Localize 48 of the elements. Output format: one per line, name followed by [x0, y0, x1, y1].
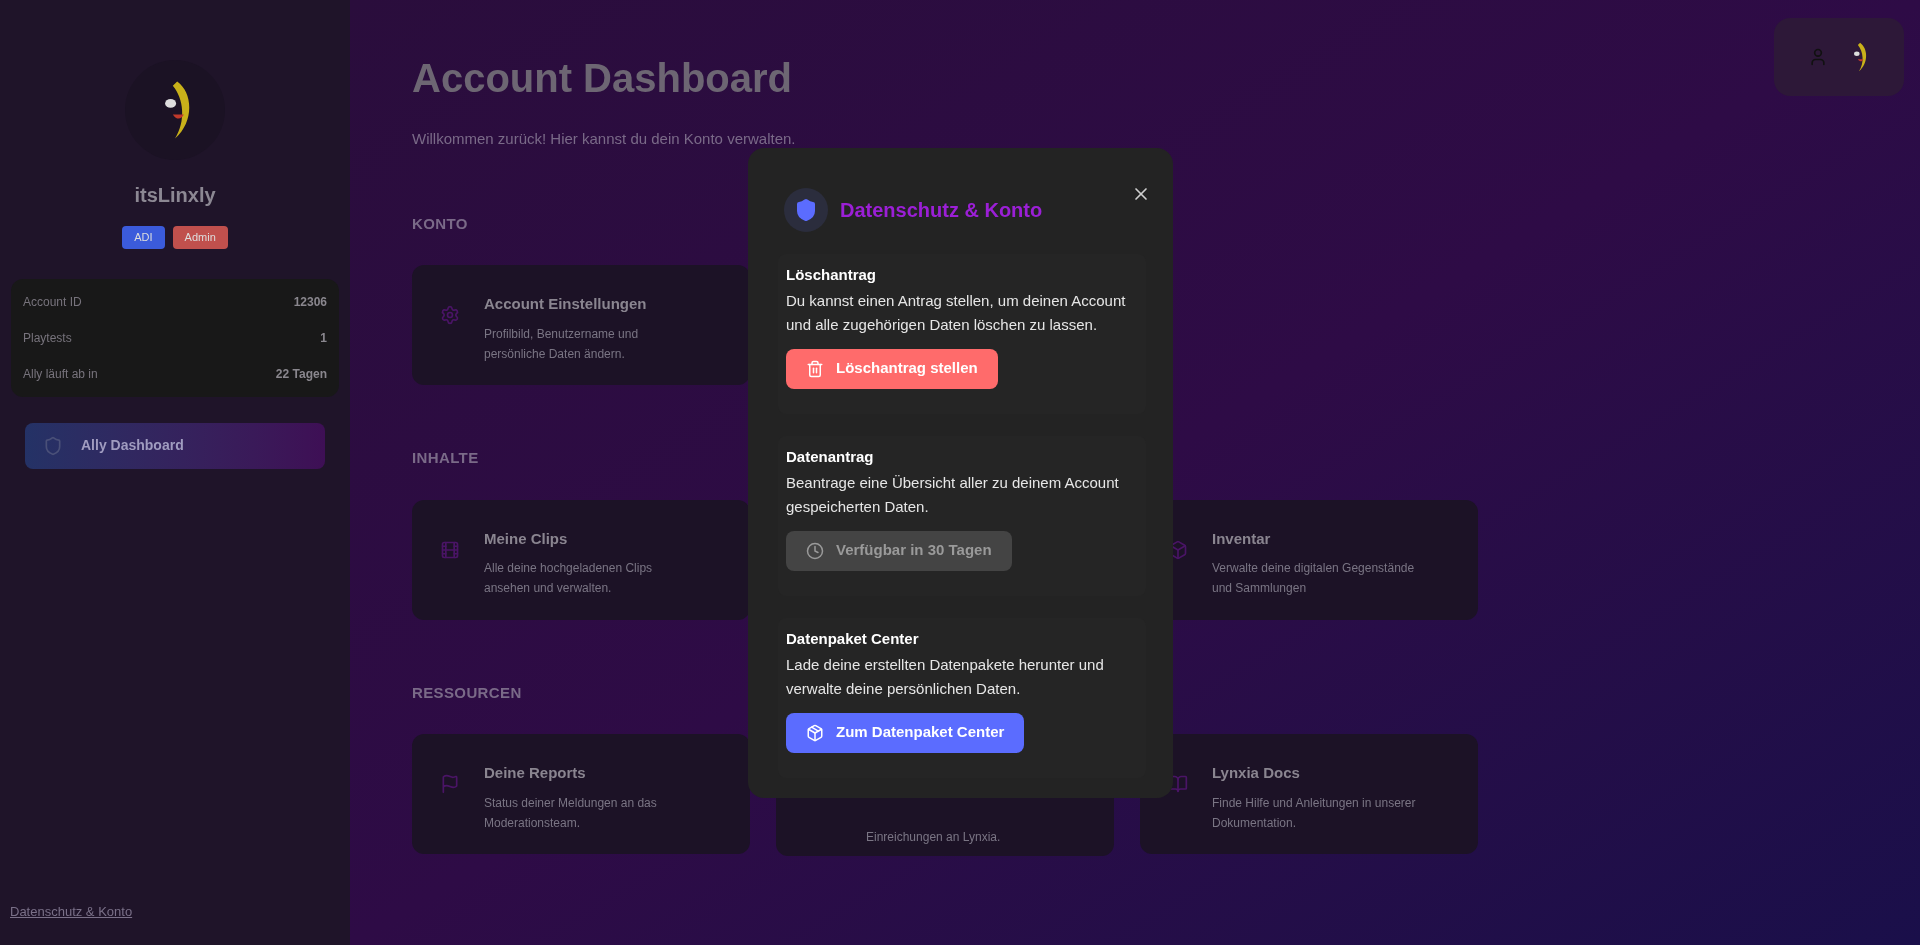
section-text: Beantrage eine Übersicht aller zu deinem Account gespeicherten Daten. — [786, 472, 1120, 517]
stat-label: Ally läuft ab in — [23, 365, 98, 383]
username: itsLinxly — [134, 183, 216, 208]
section-heading: KONTO — [412, 213, 468, 234]
privacy-link[interactable]: Datenschutz & Konto — [10, 901, 133, 921]
action-button[interactable]: Zum Datenpaket Center — [786, 712, 1025, 753]
page-subtitle: Willkommen zurück! Hier kannst du dein Konto verwalten. — [412, 129, 796, 149]
clock-icon — [806, 541, 824, 560]
stat-label: Account ID — [23, 293, 82, 311]
role-badge: Admin — [172, 226, 228, 249]
card-icon — [440, 774, 460, 794]
section-title: Datenantrag — [786, 447, 875, 467]
section-heading: INHALTE — [412, 448, 479, 468]
user-icon — [1808, 47, 1828, 67]
page-title: Account Dashboard — [412, 55, 793, 102]
section-title: Löschantrag — [786, 265, 877, 285]
section-heading: RESSOURCEN — [412, 682, 522, 703]
stat-label: Playtests — [23, 329, 72, 347]
section-text: Du kannst einen Antrag stellen, um deinen Account und alle zugehörigen Daten löschen zu lassen. — [786, 290, 1127, 335]
shield-icon — [794, 196, 818, 224]
card-title: Account Einstellungen — [484, 294, 648, 314]
stat-value: 22 Tagen — [275, 365, 327, 383]
card[interactable]: Lynxia Docs Finde Hilfe und Anleitungen in unserer Dokumentation. — [1140, 734, 1478, 854]
card[interactable]: Account Einstellungen Profilbild, Benutzername und persönliche Daten ändern. — [412, 265, 750, 385]
card[interactable]: Deine Reports Status deiner Meldungen an das Moderationsteam. — [412, 734, 750, 854]
box-icon — [806, 723, 824, 742]
card-description: Alle deine hochgeladenen Clips ansehen und verwalten. — [484, 560, 654, 597]
trash-icon — [806, 359, 824, 378]
card-icon — [440, 539, 460, 560]
card-icon — [440, 305, 460, 325]
action-button[interactable]: Löschantrag stellen — [786, 348, 998, 389]
dialog-title: Datenschutz & Konto — [840, 198, 1043, 223]
card[interactable]: Meine Clips Alle deine hochgeladenen Clips ansehen und verwalten. — [412, 499, 750, 620]
dashboard-button[interactable]: Ally Dashboard — [25, 422, 325, 469]
card-title: Inventar — [1212, 528, 1272, 549]
card-description: Status deiner Meldungen an das Moderationsteam. — [484, 794, 658, 832]
card-description: Verwalte deine digitalen Gegenstände und Sammlungen — [1212, 560, 1416, 597]
role-badge: ADI — [122, 226, 165, 249]
stat-value: 12306 — [293, 293, 327, 311]
card-description: Einreichungen an Lynxia. — [866, 829, 1001, 846]
section-title: Datenpaket Center — [786, 629, 920, 649]
card-title: Meine Clips — [484, 528, 569, 549]
card-title: Deine Reports — [484, 763, 587, 783]
card-description: Profilbild, Benutzername und persönliche Daten ändern. — [484, 325, 640, 363]
section-text: Lade deine erstellten Datenpakete herunter und verwalte deine persönlichen Daten. — [786, 654, 1105, 699]
card-description: Finde Hilfe und Anleitungen in unserer Dokumentation. — [1212, 794, 1417, 832]
card-title: Lynxia Docs — [1212, 763, 1301, 783]
stat-value: 1 — [320, 329, 327, 347]
